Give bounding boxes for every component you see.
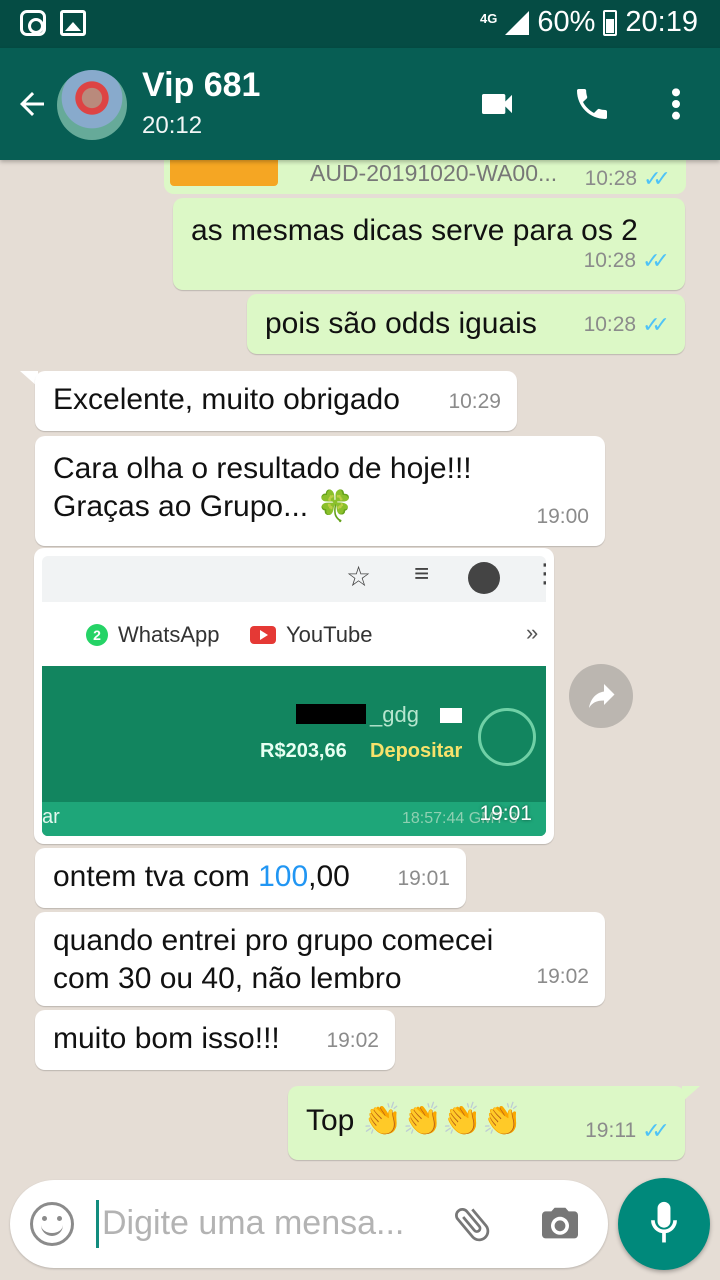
- chat-header: Vip 681 20:12: [0, 48, 720, 160]
- profile-icon: [468, 562, 500, 594]
- message-text: pois são odds iguais: [265, 307, 537, 340]
- browser-toolbar: ☆ ≡ ⋮: [42, 556, 546, 602]
- redacted-name: [296, 704, 366, 724]
- message-text: ontem tva com: [53, 860, 259, 893]
- message-bubble[interactable]: as mesmas dicas serve para os 2 10:28 ✓✓: [173, 198, 685, 290]
- status-bar: 4G 60% 20:19: [0, 0, 720, 48]
- playlist-icon: ≡: [414, 558, 430, 588]
- message-input-bar: Digite uma mensa...: [10, 1180, 608, 1268]
- message-time: 19:02: [536, 965, 589, 988]
- message-text: Top: [306, 1104, 355, 1137]
- bookmark-label: YouTube: [286, 622, 373, 647]
- battery-percent: 60%: [537, 6, 596, 38]
- signal-icon: [505, 10, 530, 35]
- battery-icon: [603, 9, 618, 36]
- read-ticks-icon: ✓✓: [642, 312, 670, 337]
- message-bubble[interactable]: ontem tva com 100,00 19:01: [35, 848, 466, 908]
- audio-message[interactable]: AUD-20191020-WA00... 10:28 ✓✓: [164, 160, 686, 194]
- clock: 20:19: [625, 6, 698, 38]
- message-time: 10:28: [583, 313, 637, 336]
- message-bubble[interactable]: quando entrei pro grupo comecei com 30 o…: [35, 912, 605, 1006]
- message-bubble[interactable]: Cara olha o resultado de hoje!!! Graças …: [35, 436, 605, 546]
- message-bubble[interactable]: Top 👏👏👏👏 19:11 ✓✓: [288, 1086, 685, 1160]
- audio-thumbnail: [170, 160, 278, 186]
- message-text: muito bom isso!!!: [53, 1022, 280, 1055]
- read-ticks-icon: ✓✓: [642, 1118, 670, 1143]
- message-bubble[interactable]: Excelente, muito obrigado 10:29: [35, 371, 517, 431]
- read-ticks-icon: ✓✓: [643, 166, 671, 191]
- forward-icon: [589, 684, 615, 708]
- message-time: 19:01: [397, 867, 450, 890]
- message-text-line: quando entrei pro grupo comecei: [53, 924, 494, 957]
- phone-call-icon[interactable]: [570, 84, 614, 124]
- image-message[interactable]: ☆ ≡ ⋮ 2 WhatsApp YouTube » _gdg R$203,66 …: [34, 548, 554, 844]
- video-call-icon[interactable]: [475, 84, 519, 124]
- voice-record-button[interactable]: [618, 1178, 710, 1270]
- message-time: 19:01: [479, 802, 532, 825]
- bookmark-label: WhatsApp: [118, 622, 220, 647]
- mail-icon: [440, 708, 462, 723]
- read-ticks-icon: ✓✓: [642, 248, 670, 273]
- chat-area[interactable]: AUD-20191020-WA00... 10:28 ✓✓ as mesmas d…: [0, 160, 720, 1170]
- message-text: Excelente, muito obrigado: [53, 383, 400, 416]
- footer-strip: ar 18:57:44 GMT-3: [42, 802, 546, 836]
- star-icon: ☆: [346, 561, 372, 592]
- text-caret: [96, 1200, 99, 1248]
- clapping-emoji: 👏👏👏👏: [362, 1101, 523, 1137]
- contact-avatar[interactable]: [57, 70, 127, 140]
- emoji-icon[interactable]: [30, 1202, 74, 1246]
- contact-name[interactable]: Vip 681: [142, 66, 260, 105]
- message-input[interactable]: Digite uma mensa...: [102, 1204, 432, 1243]
- balance: R$203,66: [260, 740, 347, 762]
- message-time: 10:29: [448, 390, 501, 413]
- message-time: 10:28: [583, 249, 637, 272]
- last-seen: 20:12: [142, 112, 203, 139]
- whatsapp-icon: 2: [86, 624, 108, 646]
- instagram-icon: [20, 10, 46, 36]
- message-text-line: Graças ao Grupo...: [53, 490, 309, 523]
- message-time: 19:11: [585, 1119, 637, 1142]
- message-time: 19:00: [536, 505, 589, 528]
- highlighted-number[interactable]: 100: [258, 860, 308, 893]
- username: _gdg: [370, 702, 419, 727]
- more-options-icon[interactable]: [666, 84, 686, 124]
- clover-emoji: 🍀: [316, 490, 354, 523]
- message-time: 10:28: [584, 167, 638, 190]
- message-bubble[interactable]: pois são odds iguais 10:28 ✓✓: [247, 294, 685, 354]
- forward-button[interactable]: [569, 664, 633, 728]
- audio-filename: AUD-20191020-WA00...: [310, 160, 558, 186]
- message-time: 19:02: [326, 1029, 379, 1052]
- chevron-right-icon: »: [526, 620, 539, 645]
- attachment-icon[interactable]: [450, 1202, 494, 1246]
- message-text: as mesmas dicas serve para os 2: [191, 214, 638, 247]
- user-avatar-icon: [478, 708, 536, 766]
- microphone-icon: [651, 1201, 677, 1243]
- bubble-tail: [682, 1086, 700, 1102]
- screenshot-image[interactable]: ☆ ≡ ⋮ 2 WhatsApp YouTube » _gdg R$203,66 …: [42, 556, 546, 836]
- footer-left-text: ar: [42, 806, 60, 828]
- menu-dots-icon: ⋮: [532, 558, 546, 588]
- bookmarks-bar: 2 WhatsApp YouTube »: [42, 602, 546, 666]
- deposit-link: Depositar: [370, 740, 463, 762]
- network-type: 4G: [480, 10, 498, 26]
- camera-icon[interactable]: [538, 1206, 582, 1242]
- message-bubble[interactable]: muito bom isso!!! 19:02: [35, 1010, 395, 1070]
- message-text: ,00: [308, 860, 350, 893]
- youtube-icon: [250, 626, 276, 644]
- back-arrow-icon[interactable]: [14, 86, 50, 122]
- message-text-line: Cara olha o resultado de hoje!!!: [53, 452, 472, 485]
- gallery-icon: [60, 10, 86, 36]
- message-text-line: com 30 ou 40, não lembro: [53, 962, 402, 995]
